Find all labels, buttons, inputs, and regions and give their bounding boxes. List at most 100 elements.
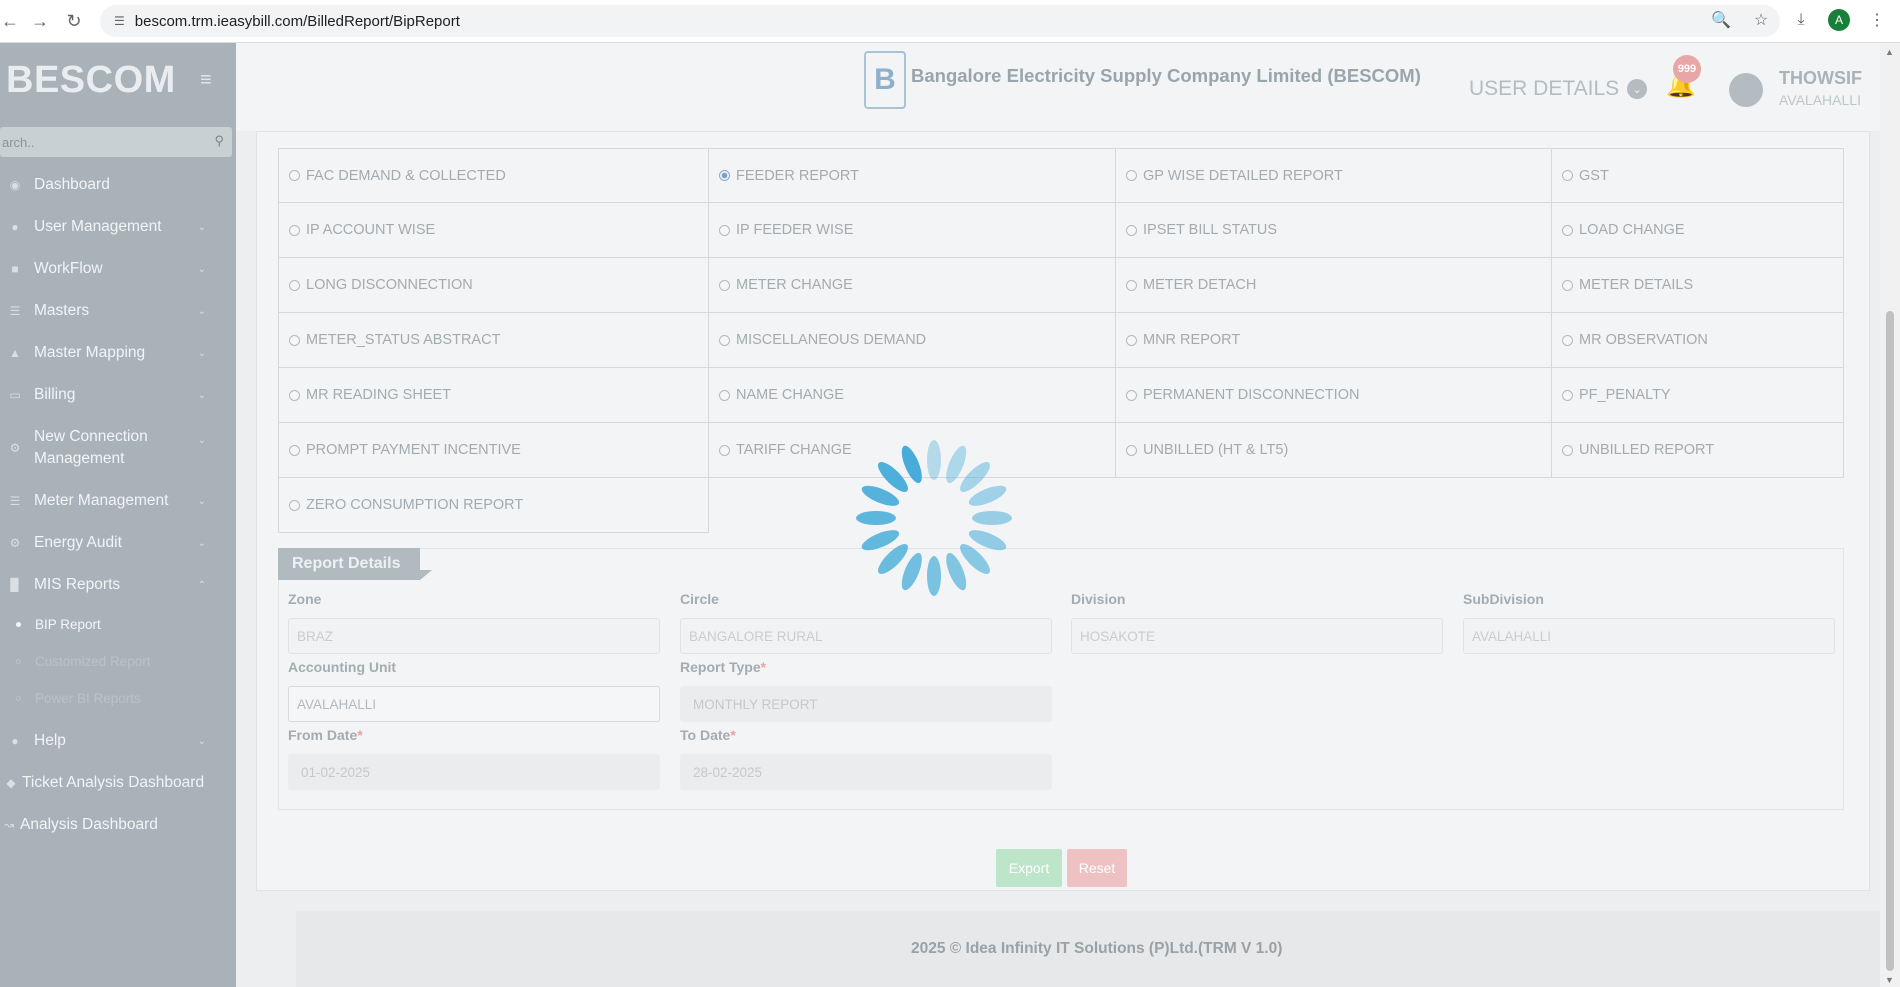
submenu-item-label: BIP Report	[35, 617, 101, 632]
radio-button[interactable]	[1126, 279, 1137, 291]
radio-button[interactable]	[1562, 279, 1573, 291]
radio-button[interactable]	[289, 170, 300, 181]
report-option[interactable]: PERMANENT DISCONNECTION	[1116, 368, 1552, 423]
radio-button[interactable]	[719, 224, 730, 236]
radio-button[interactable]	[719, 444, 730, 456]
hamburger-icon[interactable]: ≡	[200, 69, 212, 92]
site-settings-icon[interactable]: ☰	[114, 14, 125, 28]
radio-button[interactable]	[1562, 170, 1573, 181]
radio-button[interactable]	[719, 389, 730, 401]
sidebar-item-workflow[interactable]: ■ WorkFlow ⌄	[0, 248, 236, 290]
bookmark-star-icon[interactable]: ☆	[1748, 7, 1774, 33]
radio-button[interactable]	[719, 334, 730, 346]
submenu-item-bip-report[interactable]: BIP Report	[0, 606, 236, 643]
report-option[interactable]: FAC DEMAND & COLLECTED	[278, 148, 709, 203]
radio-selected[interactable]	[719, 170, 730, 181]
report-option[interactable]: NAME CHANGE	[709, 368, 1116, 423]
sidebar-item-master-mapping[interactable]: ▲ Master Mapping ⌄	[0, 332, 236, 374]
scroll-up-icon[interactable]: ▲	[1885, 47, 1894, 57]
radio-button[interactable]	[1126, 389, 1137, 401]
report-option[interactable]: METER DETAILS	[1552, 258, 1844, 313]
sidebar-item-analysis-dashboard[interactable]: ↝ Analysis Dashboard	[0, 804, 236, 846]
report-option[interactable]: MR READING SHEET	[278, 368, 709, 423]
submenu-item-power-bi-reports[interactable]: Power BI Reports	[0, 680, 236, 717]
report-option[interactable]: METER DETACH	[1116, 258, 1552, 313]
reload-icon[interactable]: ↻	[56, 6, 92, 36]
address-bar[interactable]: ☰ bescom.trm.ieasybill.com/BilledReport/…	[100, 5, 1780, 37]
radio-button[interactable]	[1126, 334, 1137, 346]
radio-button[interactable]	[1126, 170, 1137, 181]
sidebar-item-ticket-analysis[interactable]: ◆ Ticket Analysis Dashboard	[0, 762, 236, 804]
notification-badge[interactable]: 999	[1673, 55, 1701, 83]
report-option[interactable]: UNBILLED (HT & LT5)	[1116, 423, 1552, 478]
sidebar-item-label: Masters	[34, 302, 90, 319]
download-icon[interactable]: ⤓	[1788, 7, 1814, 33]
report-option[interactable]: IP ACCOUNT WISE	[278, 203, 709, 258]
accounting-unit-select[interactable]: AVALAHALLI	[288, 686, 660, 722]
scroll-thumb[interactable]	[1886, 311, 1894, 971]
radio-button[interactable]	[1562, 444, 1573, 456]
subdivision-field[interactable]: AVALAHALLI	[1463, 618, 1835, 654]
report-option[interactable]: FEEDER REPORT	[709, 148, 1116, 203]
radio-button[interactable]	[1126, 444, 1137, 456]
sidebar-item-energy-audit[interactable]: ⚙ Energy Audit ⌄	[0, 522, 236, 564]
radio-button[interactable]	[289, 224, 300, 236]
brand-logo-text[interactable]: BESCOM	[6, 59, 176, 102]
radio-button[interactable]	[289, 499, 300, 511]
circle-label: Circle	[680, 591, 719, 607]
page-scrollbar[interactable]: ▲ ▼	[1880, 43, 1900, 987]
menu-kebab-icon[interactable]: ⋮	[1864, 7, 1890, 33]
search-icon[interactable]: ⚲	[214, 133, 224, 149]
radio-button[interactable]	[719, 279, 730, 291]
radio-button[interactable]	[1562, 224, 1573, 236]
report-option[interactable]: ZERO CONSUMPTION REPORT	[278, 478, 709, 533]
report-option[interactable]: IP FEEDER WISE	[709, 203, 1116, 258]
submenu-item-customized-report[interactable]: Customized Report	[0, 643, 236, 680]
report-option[interactable]: LONG DISCONNECTION	[278, 258, 709, 313]
sidebar-item-help[interactable]: ● Help ⌄	[0, 720, 236, 762]
report-option[interactable]: MR OBSERVATION	[1552, 313, 1844, 368]
report-option[interactable]: GP WISE DETAILED REPORT	[1116, 148, 1552, 203]
scroll-down-icon[interactable]: ▼	[1885, 975, 1894, 985]
from-date-input[interactable]: 01-02-2025	[288, 754, 660, 790]
report-option[interactable]: PROMPT PAYMENT INCENTIVE	[278, 423, 709, 478]
circle-field[interactable]: BANGALORE RURAL	[680, 618, 1052, 654]
profile-avatar[interactable]: A	[1828, 9, 1850, 31]
radio-button[interactable]	[289, 279, 300, 291]
zoom-icon[interactable]: 🔍	[1708, 7, 1734, 33]
user-details-label: USER DETAILS	[1469, 77, 1620, 100]
report-option[interactable]: METER CHANGE	[709, 258, 1116, 313]
user-avatar-icon[interactable]	[1729, 73, 1763, 107]
sidebar-item-mis-reports[interactable]: ▉ MIS Reports ⌃	[0, 564, 236, 606]
radio-button[interactable]	[289, 389, 300, 401]
zone-field[interactable]: BRAZ	[288, 618, 660, 654]
sidebar-item-masters[interactable]: ☰ Masters ⌄	[0, 290, 236, 332]
division-field[interactable]: HOSAKOTE	[1071, 618, 1443, 654]
report-option[interactable]: GST	[1552, 148, 1844, 203]
report-option[interactable]: LOAD CHANGE	[1552, 203, 1844, 258]
sidebar-item-billing[interactable]: ▭ Billing ⌄	[0, 374, 236, 416]
export-button[interactable]: Export	[996, 849, 1062, 887]
forward-icon[interactable]: →	[22, 6, 58, 36]
radio-button[interactable]	[1126, 224, 1137, 236]
report-option-label: LONG DISCONNECTION	[306, 277, 473, 293]
report-option[interactable]: UNBILLED REPORT	[1552, 423, 1844, 478]
sidebar-item-user-management[interactable]: ● User Management ⌄	[0, 206, 236, 248]
reset-button[interactable]: Reset	[1067, 849, 1127, 887]
radio-button[interactable]	[1562, 334, 1573, 346]
sidebar-item-dashboard[interactable]: ◉ Dashboard	[0, 164, 236, 206]
sidebar-search-input[interactable]: arch.. ⚲	[0, 127, 232, 157]
user-details-dropdown[interactable]: USER DETAILS ⌄	[1469, 77, 1648, 101]
report-option[interactable]: MNR REPORT	[1116, 313, 1552, 368]
to-date-input[interactable]: 28-02-2025	[680, 754, 1052, 790]
report-option[interactable]: PF_PENALTY	[1552, 368, 1844, 423]
report-option[interactable]: MISCELLANEOUS DEMAND	[709, 313, 1116, 368]
report-option[interactable]: METER_STATUS ABSTRACT	[278, 313, 709, 368]
sidebar-item-new-connection[interactable]: ⚙ New Connection Management ⌄	[0, 416, 236, 480]
report-option[interactable]: IPSET BILL STATUS	[1116, 203, 1552, 258]
report-type-select[interactable]: MONTHLY REPORT	[680, 686, 1052, 722]
radio-button[interactable]	[289, 444, 300, 456]
radio-button[interactable]	[1562, 389, 1573, 401]
radio-button[interactable]	[289, 334, 300, 346]
sidebar-item-meter-management[interactable]: ☰ Meter Management ⌄	[0, 480, 236, 522]
